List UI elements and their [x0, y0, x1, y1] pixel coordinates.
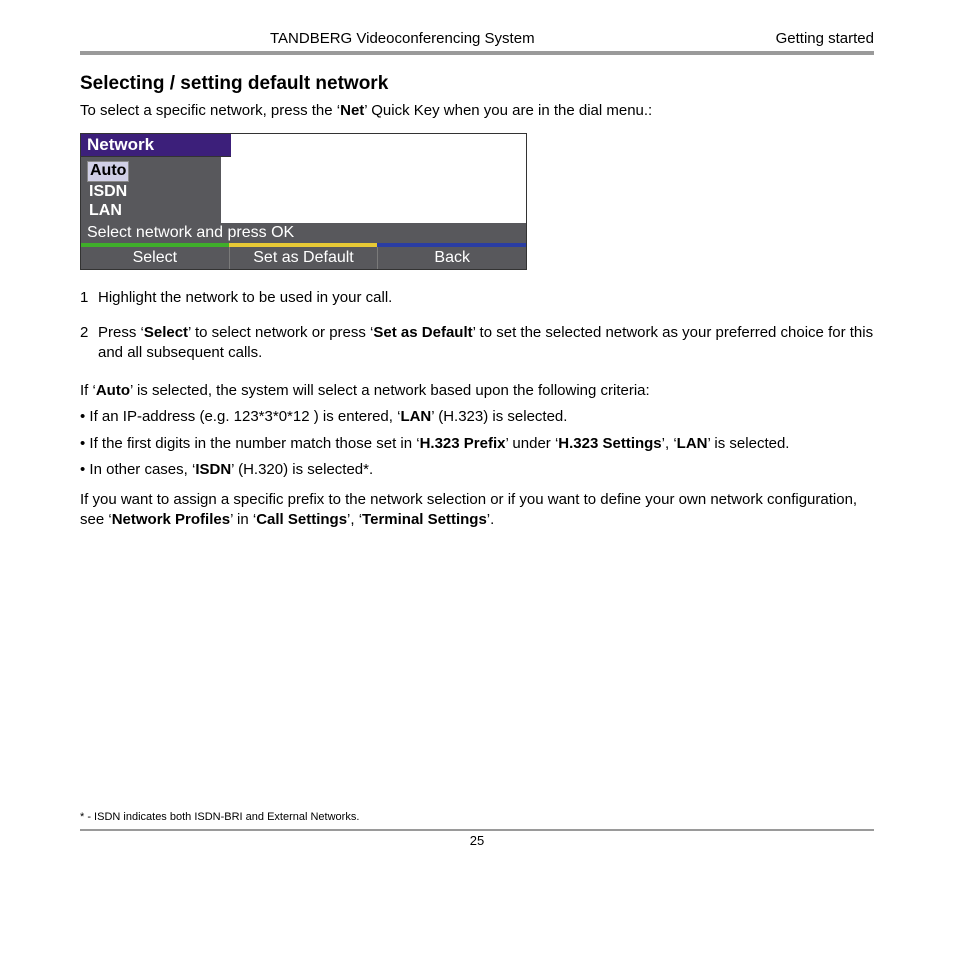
step-2: 2 Press ‘Select’ to select network or pr…	[80, 323, 874, 364]
step-1: 1 Highlight the network to be used in yo…	[80, 288, 874, 308]
panel-title: Network	[81, 134, 231, 157]
doc-section: Getting started	[776, 30, 874, 47]
set-default-button[interactable]: Set as Default	[229, 247, 378, 269]
back-button[interactable]: Back	[377, 247, 526, 269]
network-option-auto[interactable]: Auto	[87, 161, 129, 181]
doc-title: TANDBERG Videoconferencing System	[270, 30, 535, 47]
intro-text: To select a specific network, press the …	[80, 101, 874, 121]
network-option-isdn[interactable]: ISDN	[87, 183, 215, 201]
section-heading: Selecting / setting default network	[80, 73, 874, 95]
auto-bullet-3: • In other cases, ‘ISDN’ (H.320) is sele…	[80, 460, 874, 480]
network-list: Auto ISDN LAN	[81, 157, 221, 223]
auto-lead: If ‘Auto’ is selected, the system will s…	[80, 381, 874, 401]
page-number: 25	[80, 833, 874, 848]
auto-bullet-1: • If an IP-address (e.g. 123*3*0*12 ) is…	[80, 407, 874, 427]
select-button[interactable]: Select	[81, 247, 229, 269]
footer-rule	[80, 829, 874, 831]
network-option-lan[interactable]: LAN	[87, 202, 215, 220]
header-rule	[80, 51, 874, 55]
network-panel: Network Auto ISDN LAN Select network and…	[80, 133, 527, 270]
tail-paragraph: If you want to assign a specific prefix …	[80, 490, 874, 531]
panel-hint: Select network and press OK	[81, 223, 526, 243]
footnote: * - ISDN indicates both ISDN-BRI and Ext…	[80, 811, 874, 823]
auto-bullet-2: • If the first digits in the number matc…	[80, 434, 874, 454]
